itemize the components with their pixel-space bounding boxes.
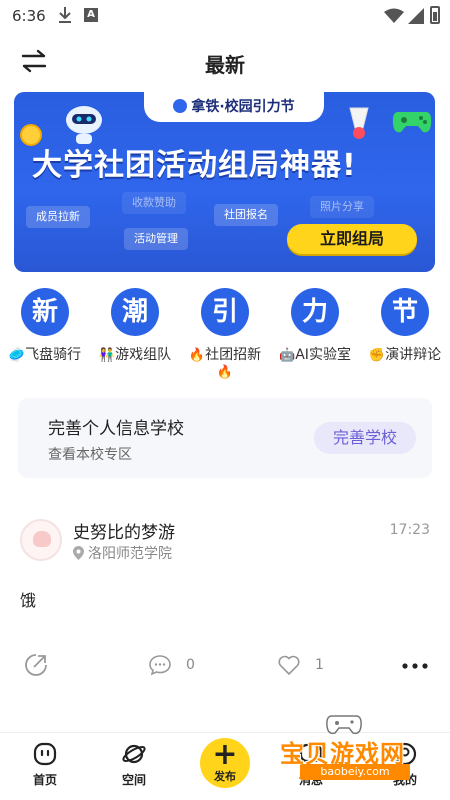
comment-count: 0 [186,657,195,673]
location-pin-icon [73,546,84,560]
top-header: 最新 [0,32,450,90]
comment-icon [149,655,171,676]
category-badge-icon: 新 [21,288,73,338]
page-title: 最新 [205,53,245,77]
category-item[interactable]: 新 🥏飞盘骑行 [0,288,90,364]
share-button[interactable] [24,653,48,677]
download-icon [59,7,71,23]
banner-tag: 社团报名 [214,204,278,226]
category-badge-icon: 节 [381,288,433,338]
banner-brand-pill: 拿铁·校园引力节 [144,92,324,122]
banner-headline: 大学社团活动组局神器! [32,148,357,183]
promo-banner[interactable]: 拿铁·校园引力节 大学社团活动组局神器! 成员拉新 收款赞助 社团报名 照片分享… [14,92,435,272]
status-bar: 6:36 A [0,0,450,32]
organize-now-button[interactable]: 立即组局 [287,224,417,254]
battery-icon [430,6,440,24]
publish-button[interactable]: + 发布 [200,738,250,788]
like-button[interactable]: 1 [277,653,324,677]
nav-home[interactable]: 首页 [10,741,80,788]
feed-post: 史努比的梦游 洛阳师范学院 17:23 饿 0 1 [0,505,450,690]
status-time: 6:36 [12,7,46,25]
more-options-icon[interactable] [402,663,428,669]
heart-icon [278,655,300,676]
brand-logo-icon [173,99,188,113]
profile-card-title: 完善个人信息学校 [48,419,184,439]
banner-tag: 活动管理 [124,228,188,250]
post-school-name: 洛阳师范学院 [88,546,172,562]
complete-school-button[interactable]: 完善学校 [314,422,416,454]
post-time: 17:23 [389,522,430,538]
avatar-image [33,531,51,547]
publish-label: 发布 [214,770,236,783]
banner-brand-text: 拿铁·校园引力节 [191,99,295,115]
banner-tag: 照片分享 [310,196,374,218]
nav-mine[interactable]: 我的 [370,741,440,788]
category-badge-icon: 引 [201,288,253,338]
post-content: 饿 [20,591,37,610]
category-item[interactable]: 潮 👫游戏组队 [90,288,180,364]
plus-icon: + [212,737,238,772]
share-icon [25,654,47,676]
gamepad-icon [392,112,432,133]
category-item[interactable]: 力 🤖AI实验室 [270,288,360,364]
banner-tag: 收款赞助 [122,192,186,214]
nav-home-label: 首页 [32,773,57,787]
nav-message[interactable]: 消息 [276,741,346,788]
nav-message-label: 消息 [298,773,323,787]
shuttlecock-icon [349,107,369,139]
category-label: ✊演讲辩论 [368,347,442,363]
complete-profile-card[interactable]: 完善个人信息学校 查看本校专区 完善学校 [18,398,432,478]
profile-icon [393,742,417,766]
category-item[interactable]: 引 🔥社团招新 🔥 [180,288,270,380]
planet-icon [122,744,146,764]
avatar[interactable] [20,519,62,561]
like-count: 1 [315,657,324,673]
category-label: 🥏飞盘骑行 [8,347,82,363]
category-item[interactable]: 节 ✊演讲辩论 [360,288,450,364]
post-school: 洛阳师范学院 [73,543,172,563]
category-label: 👫游戏组队 [98,347,172,363]
nav-space-label: 空间 [121,773,146,787]
app-notification-icon: A [84,8,98,22]
profile-card-subtitle: 查看本校专区 [48,447,132,463]
nav-space[interactable]: 空间 [99,741,169,788]
nav-mine-label: 我的 [392,773,417,787]
wifi-icon [384,8,404,23]
comment-button[interactable]: 0 [148,653,195,677]
banner-tag: 成员拉新 [26,206,90,228]
category-label: 🤖AI实验室 [279,347,351,363]
category-label: 🔥社团招新 🔥 [188,347,262,380]
message-icon [299,743,323,763]
signal-icon [408,8,424,24]
category-row: 新 🥏飞盘骑行 潮 👫游戏组队 引 🔥社团招新 🔥 力 🤖AI实验室 节 ✊演讲辩… [0,288,450,388]
category-badge-icon: 力 [291,288,343,338]
post-username[interactable]: 史努比的梦游 [73,518,175,543]
home-icon [33,742,57,766]
category-badge-icon: 潮 [111,288,163,338]
